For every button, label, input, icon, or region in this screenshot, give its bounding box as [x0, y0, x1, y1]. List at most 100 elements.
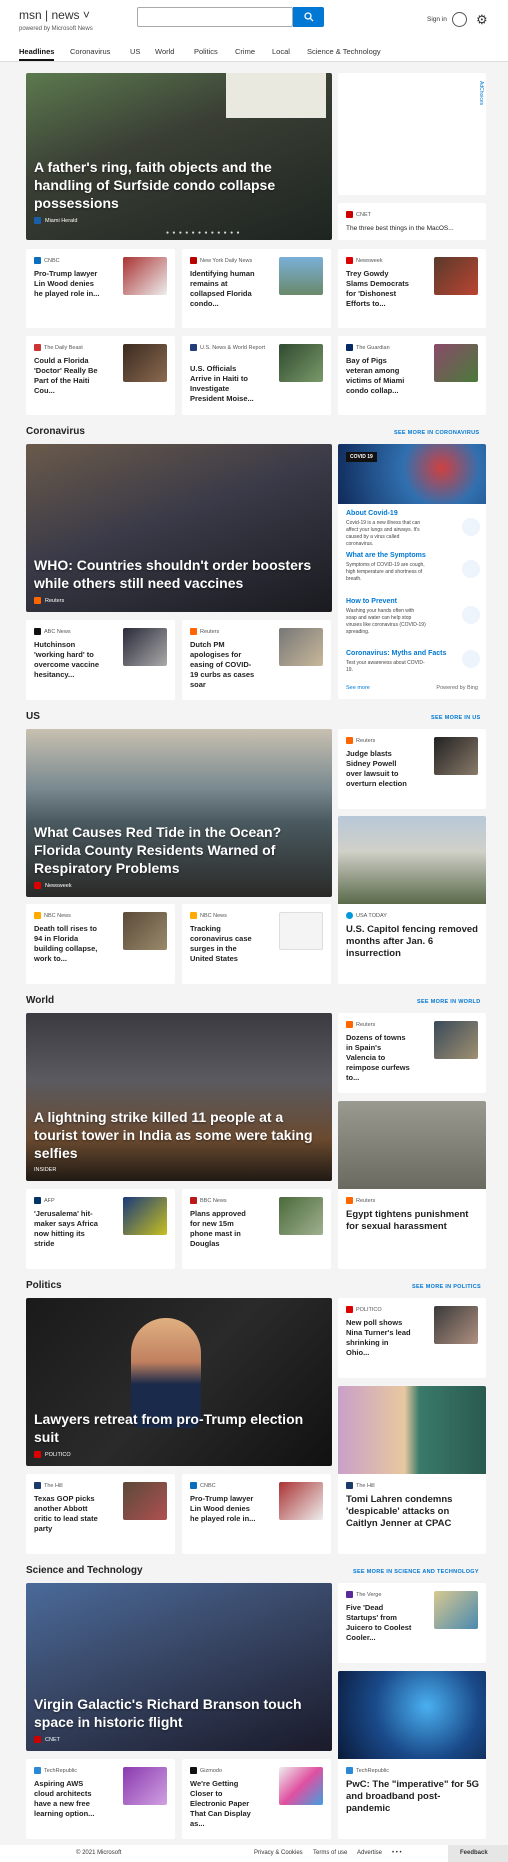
news-card[interactable]: The Daily Beast Could a Florida 'Doctor'…	[26, 336, 175, 415]
hero-source: Newsweek	[45, 882, 72, 889]
news-card-tall[interactable]: USA TODAY U.S. Capitol fencing removed m…	[338, 816, 486, 984]
news-card-tall[interactable]: The Hill Tomi Lahren condemns 'despicabl…	[338, 1386, 486, 1554]
card-image	[279, 344, 323, 382]
news-card[interactable]: Newsweek Trey Gowdy Slams Democrats for …	[338, 249, 486, 328]
hero-card[interactable]: A father's ring, faith objects and the h…	[26, 73, 332, 240]
card-source: POLITICO	[356, 1306, 382, 1313]
hero-source: INSIDER	[34, 1167, 57, 1173]
footer-more-menu[interactable]: • • •	[392, 1850, 402, 1856]
tab-science-technology[interactable]: Science & Technology	[307, 47, 381, 56]
see-more-politics[interactable]: SEE MORE IN POLITICS	[412, 1284, 481, 1290]
news-card[interactable]: The Guardian Bay of Pigs veteran among v…	[338, 336, 486, 415]
side-card[interactable]: CNET The three best things in the MacOS.…	[338, 203, 486, 240]
covid-info-item[interactable]: How to Prevent Washing your hands often …	[346, 598, 480, 638]
card-source: The Hill	[356, 1482, 375, 1489]
covid-see-more[interactable]: See more	[346, 685, 370, 691]
see-more-world[interactable]: SEE MORE IN WORLD	[417, 999, 480, 1005]
avatar-icon[interactable]	[452, 12, 467, 27]
msn-logo[interactable]: msn | news ˅	[19, 8, 90, 22]
tab-us[interactable]: US	[130, 47, 140, 56]
tab-headlines[interactable]: Headlines	[19, 47, 55, 61]
card-source: The Guardian	[356, 344, 390, 351]
source-icon	[346, 211, 353, 218]
nav-bar: Headlines Coronavirus US World Politics …	[0, 38, 508, 62]
search-input[interactable]	[137, 7, 293, 27]
news-card-tall[interactable]: TechRepublic PwC: The "imperative" for 5…	[338, 1671, 486, 1839]
news-card[interactable]: NBC News Death toll rises to 94 in Flori…	[26, 904, 175, 984]
hero-card[interactable]: What Causes Red Tide in the Ocean? Flori…	[26, 729, 332, 897]
footer-advertise-link[interactable]: Advertise	[357, 1850, 382, 1856]
card-title: Trey Gowdy Slams Democrats for 'Dishones…	[346, 269, 409, 308]
news-card[interactable]: The Hill Texas GOP picks another Abbott …	[26, 1474, 175, 1554]
news-card[interactable]: AFP 'Jerusalema' hit-maker says Africa n…	[26, 1189, 175, 1269]
card-image-chart	[279, 912, 323, 950]
news-card[interactable]: TechRepublic Aspiring AWS cloud architec…	[26, 1759, 175, 1839]
covid-info-item[interactable]: Coronavirus: Myths and Facts Test your a…	[346, 650, 480, 680]
ad-choices-label[interactable]: AdChoices	[478, 81, 484, 105]
card-source: Newsweek	[356, 257, 383, 264]
news-card[interactable]: ABC News Hutchinson 'working hard' to ov…	[26, 620, 175, 700]
ad-card[interactable]: AdChoices	[338, 73, 486, 195]
covid-info-item[interactable]: About Covid-19 Covid-19 is a new illness…	[346, 504, 480, 547]
card-title: New poll shows Nina Turner's lead shrink…	[346, 1318, 411, 1357]
see-more-science-technology[interactable]: SEE MORE IN SCIENCE AND TECHNOLOGY	[353, 1569, 479, 1575]
source-icon	[346, 1306, 353, 1313]
feedback-button[interactable]: Feedback	[448, 1845, 508, 1862]
card-image	[279, 628, 323, 666]
card-title: Dutch PM apologises for easing of COVID-…	[190, 640, 255, 689]
news-card[interactable]: BBC News Plans approved for new 15m phon…	[182, 1189, 331, 1269]
hero-card[interactable]: WHO: Countries shouldn't order boosters …	[26, 444, 332, 612]
see-more-coronavirus[interactable]: SEE MORE IN CORONAVIRUS	[394, 430, 479, 436]
header-bar: msn | news ˅ powered by Microsoft News S…	[0, 0, 508, 38]
news-card[interactable]: Reuters Judge blasts Sidney Powell over …	[338, 729, 486, 809]
source-icon	[346, 344, 353, 351]
news-card[interactable]: CNBC Pro-Trump lawyer Lin Wood denies he…	[182, 1474, 331, 1554]
hero-source: Reuters	[45, 597, 65, 604]
carousel-dots[interactable]: ● ● ● ● ● ● ● ● ● ● ● ●	[166, 230, 241, 236]
news-card[interactable]: New York Daily News Identifying human re…	[182, 249, 331, 328]
hero-card[interactable]: A lightning strike killed 11 people at a…	[26, 1013, 332, 1181]
covid-item-heading: How to Prevent	[346, 598, 397, 605]
hero-card[interactable]: Virgin Galactic's Richard Branson touch …	[26, 1583, 332, 1751]
hero-card[interactable]: Lawyers retreat from pro-Trump election …	[26, 1298, 332, 1466]
tab-local[interactable]: Local	[272, 47, 290, 56]
news-card[interactable]: Reuters Dutch PM apologises for easing o…	[182, 620, 331, 700]
tab-politics[interactable]: Politics	[194, 47, 218, 56]
search-button[interactable]	[293, 7, 324, 27]
news-card-tall[interactable]: Reuters Egypt tightens punishment for se…	[338, 1101, 486, 1269]
sign-in-link[interactable]: Sign in	[427, 16, 447, 23]
tab-coronavirus[interactable]: Coronavirus	[70, 47, 110, 56]
card-title: Plans approved for new 15m phone mast in…	[190, 1209, 246, 1248]
covid-badge: COVID 19	[346, 452, 377, 462]
news-card[interactable]: Reuters Dozens of towns in Spain's Valen…	[338, 1013, 486, 1093]
news-card[interactable]: POLITICO New poll shows Nina Turner's le…	[338, 1298, 486, 1378]
news-card[interactable]: Gizmodo We're Getting Closer to Electron…	[182, 1759, 331, 1839]
news-card[interactable]: NBC News Tracking coronavirus case surge…	[182, 904, 331, 984]
card-image	[434, 737, 478, 775]
tab-world[interactable]: World	[155, 47, 174, 56]
card-image	[434, 1306, 478, 1344]
card-title: Bay of Pigs veteran among victims of Mia…	[346, 356, 405, 395]
covid-item-heading: What are the Symptoms	[346, 552, 426, 559]
card-source: Reuters	[200, 628, 220, 635]
card-image	[434, 344, 478, 382]
footer-terms-link[interactable]: Terms of use	[313, 1850, 347, 1856]
card-image	[279, 1482, 323, 1520]
card-title: Dozens of towns in Spain's Valencia to r…	[346, 1033, 410, 1082]
tab-crime[interactable]: Crime	[235, 47, 255, 56]
symptoms-icon	[462, 560, 480, 578]
card-source: U.S. News & World Report	[200, 344, 266, 351]
card-title: U.S. Officials Arrive in Haiti to Invest…	[190, 364, 254, 403]
hero-title: Virgin Galactic's Richard Branson touch …	[34, 1696, 302, 1730]
news-card[interactable]: The Verge Five 'Dead Startups' from Juic…	[338, 1583, 486, 1663]
covid-info-item[interactable]: What are the Symptoms Symptoms of COVID-…	[346, 552, 480, 592]
news-card[interactable]: U.S. News & World Report U.S. Officials …	[182, 336, 331, 415]
news-card[interactable]: CNBC Pro-Trump lawyer Lin Wood denies he…	[26, 249, 175, 328]
hero-title: What Causes Red Tide in the Ocean? Flori…	[34, 824, 282, 876]
footer-privacy-link[interactable]: Privacy & Cookies	[254, 1850, 303, 1856]
card-title: Could a Florida 'Doctor' Really Be Part …	[34, 356, 98, 395]
card-source: CNET	[356, 211, 371, 218]
gear-icon[interactable]: ⚙	[476, 12, 488, 27]
section-title-world: World	[26, 995, 55, 1006]
see-more-us[interactable]: SEE MORE IN US	[431, 715, 480, 721]
